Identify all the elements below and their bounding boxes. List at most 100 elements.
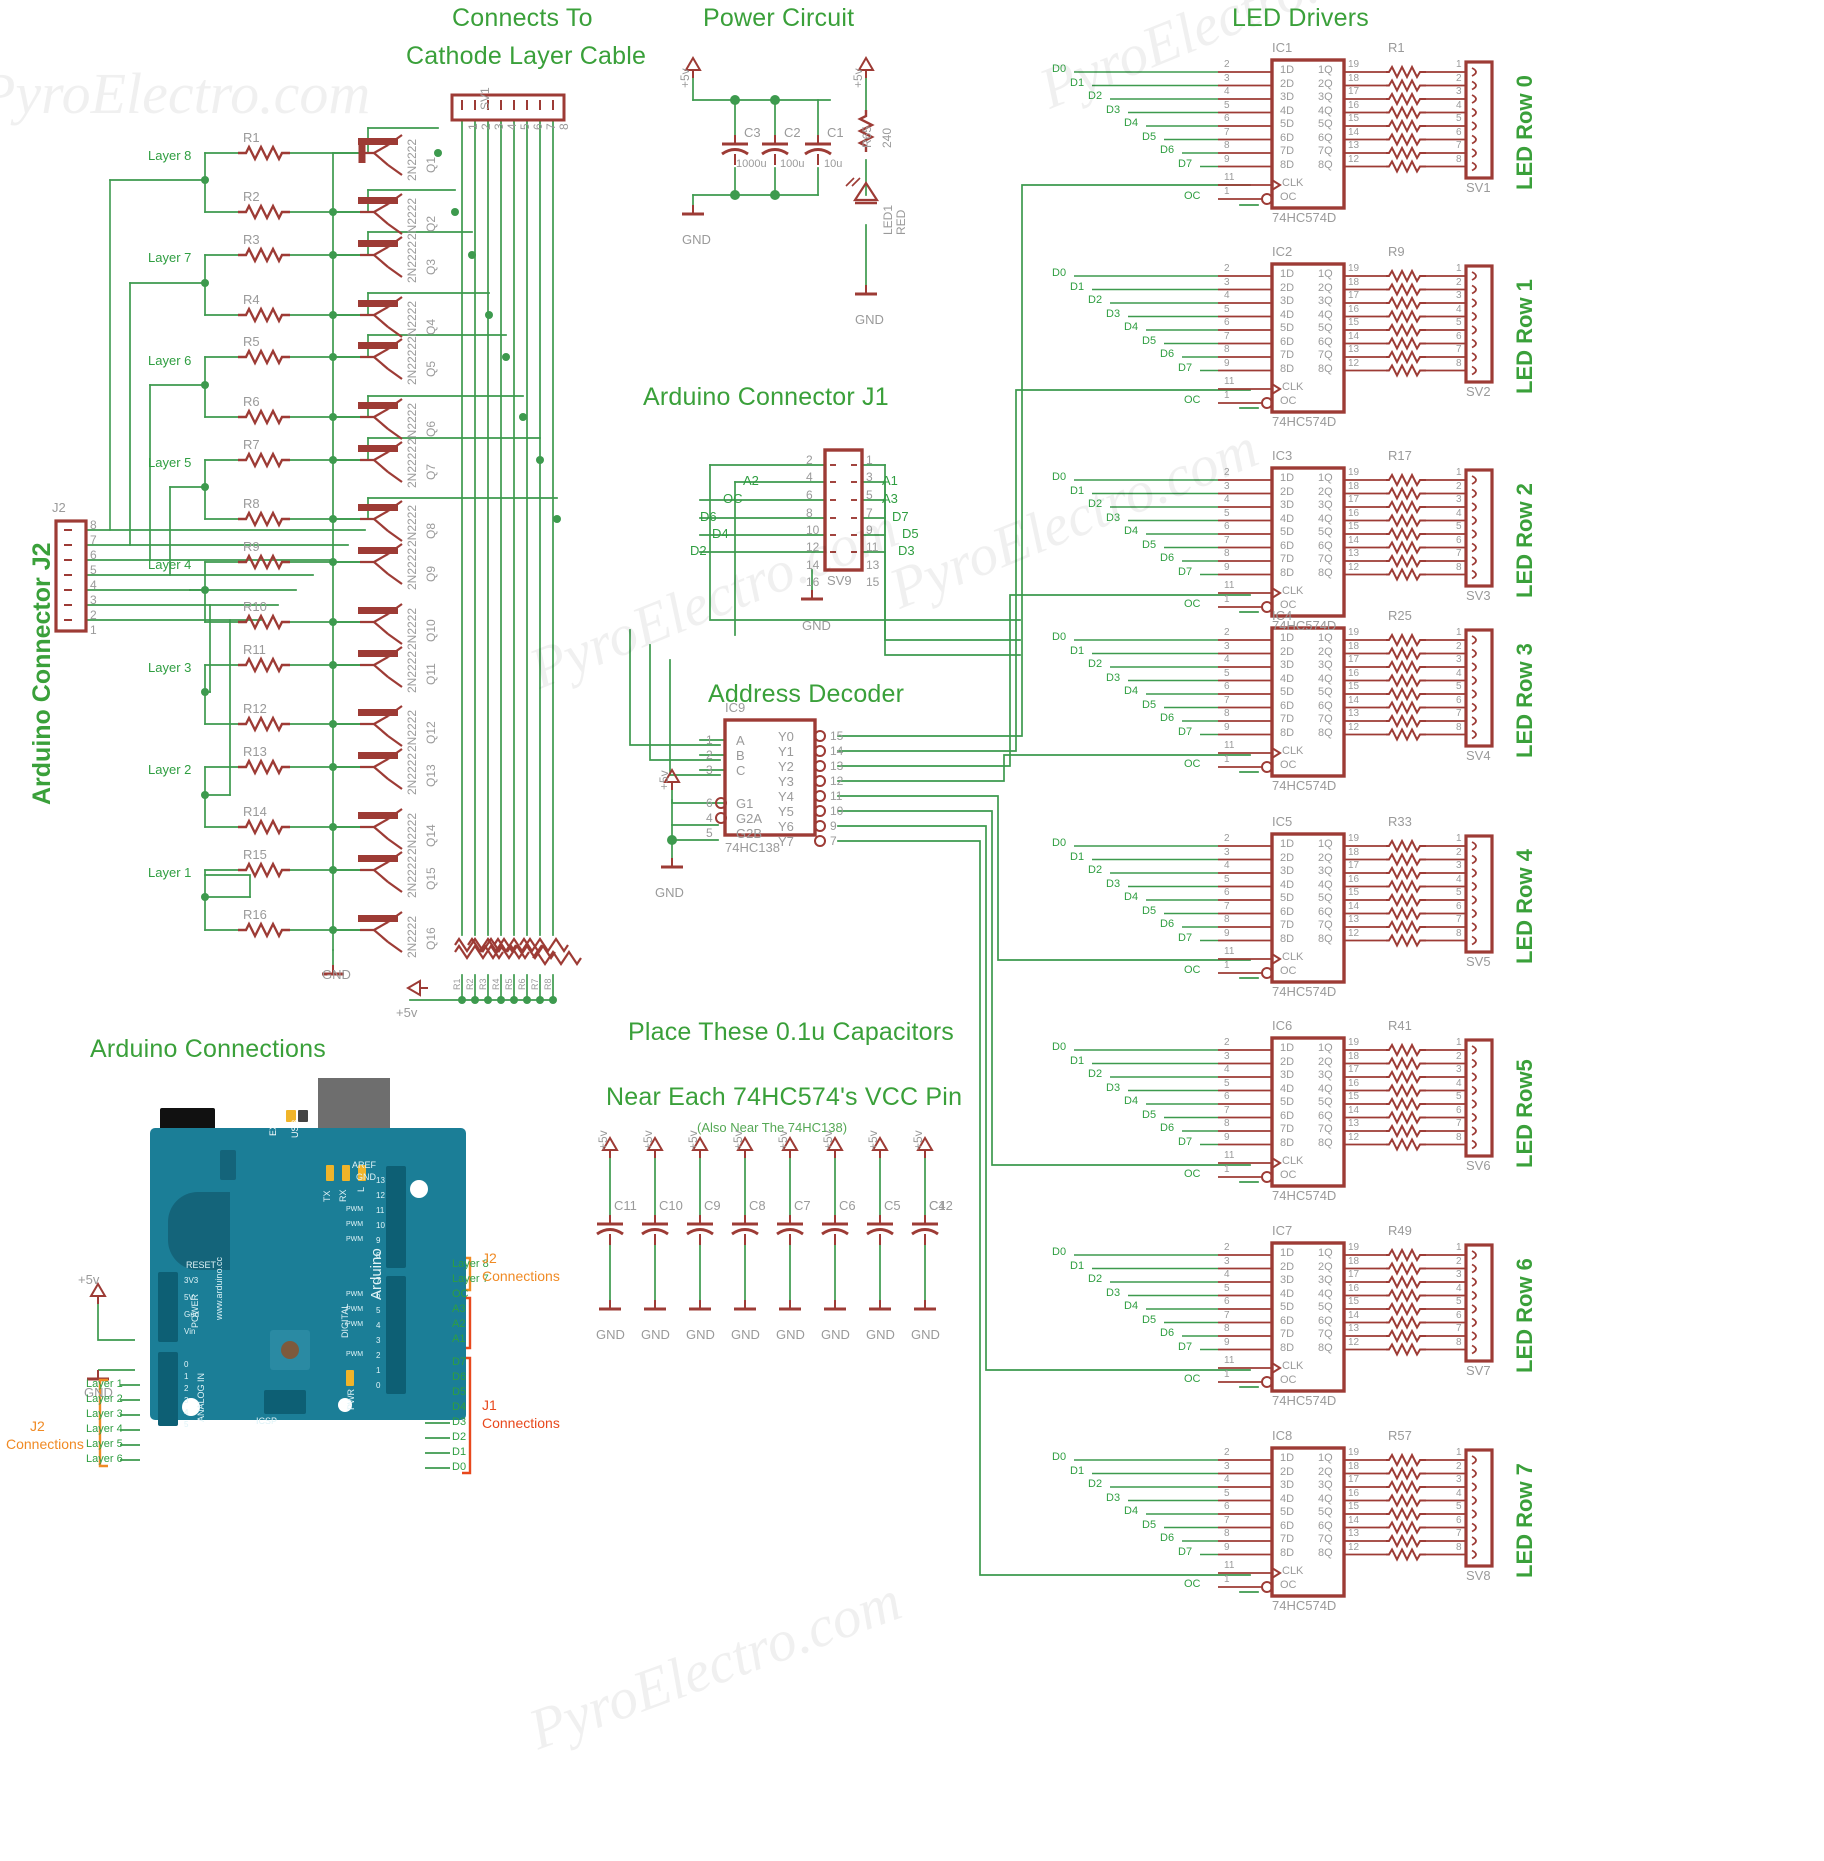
header-pin: 4 (1456, 667, 1462, 679)
ic-data-net: D6 (1160, 1122, 1175, 1134)
ic-output-name: 2Q (1318, 281, 1333, 294)
ic-input-pin: 9 (1224, 153, 1230, 165)
ic-data-net: D0 (1052, 837, 1067, 849)
title-arduino-connector-j1: Arduino Connector J1 (643, 383, 889, 411)
power-led (346, 1370, 354, 1386)
resistor-array-ref: R33 (1388, 814, 1412, 829)
ic-oc-pin: 1 (1224, 1369, 1230, 1380)
ic-output-pin: 14 (1348, 694, 1360, 706)
digital-pin-number: 10 (376, 1221, 385, 1230)
header-pin: 3 (1456, 494, 1462, 505)
ic-data-net: D7 (1178, 1135, 1193, 1148)
ic-input-pin: 4 (1224, 860, 1230, 871)
cap-value-c2: 100u (780, 158, 805, 170)
pwm-label: PWM (346, 1221, 364, 1228)
digital-header-upper[interactable] (386, 1166, 406, 1268)
ic-output-pin: 14 (1348, 900, 1360, 912)
j1-left-net: D2 (690, 543, 707, 558)
decoder-out-name: Y4 (778, 789, 794, 804)
header-ref: SV2 (1466, 384, 1491, 399)
layer-label-5: Layer 5 (148, 455, 192, 470)
transistor-type: 2N2222 (405, 915, 419, 958)
digital-header-lower[interactable] (386, 1276, 406, 1394)
header-pin: 6 (1456, 1104, 1462, 1116)
layer-label-3: Layer 3 (148, 660, 192, 675)
ic-output-name: 7Q (1318, 553, 1333, 565)
reset-label: RESET (186, 1260, 217, 1270)
ic-output-name: 4Q (1318, 1492, 1333, 1505)
ic-data-net: D6 (1160, 712, 1175, 724)
ic-output-name: 1Q (1318, 1452, 1333, 1464)
ic-data-net: D5 (1142, 1108, 1157, 1121)
decap-gnd: GND (866, 1327, 895, 1342)
header-pin: 1 (1456, 1242, 1462, 1253)
ic-data-net: D5 (1142, 538, 1157, 551)
ic-data-net: D0 (1052, 471, 1067, 483)
analog-header[interactable] (158, 1352, 178, 1426)
ic-output-pin: 19 (1348, 1447, 1360, 1458)
ic-output-name: 6Q (1318, 1314, 1333, 1327)
header-pin: 4 (1456, 99, 1462, 111)
ic-input-pin: 8 (1224, 344, 1230, 355)
header-pin: 6 (1456, 900, 1462, 912)
ic-output-pin: 15 (1348, 113, 1360, 124)
power-header[interactable] (158, 1272, 178, 1342)
ic-input-pin: 8 (1224, 548, 1230, 559)
ic-output-name: 4Q (1318, 1287, 1333, 1300)
l-label: L (356, 1186, 366, 1192)
led-array-ref: R7 (530, 978, 540, 990)
arduino-right-net: A1 (452, 1333, 466, 1345)
ic-input-name: 1D (1280, 64, 1295, 76)
reset-button[interactable] (270, 1330, 310, 1370)
ic-output-pin: 15 (1348, 1296, 1360, 1307)
transistor-ref: Q14 (424, 824, 438, 847)
ic-output-name: 8Q (1318, 726, 1333, 739)
ic-output-pin: 16 (1348, 303, 1360, 315)
digital-pin-number: 11 (376, 1206, 385, 1215)
decap-ref: C6 (839, 1198, 856, 1213)
ic-input-name: 1D (1280, 1452, 1295, 1464)
icsp-header[interactable] (264, 1390, 306, 1414)
ic-output-pin: 15 (1348, 1501, 1360, 1512)
ic-input-pin: 8 (1224, 1528, 1230, 1539)
ic-input-name: 6D (1280, 905, 1295, 918)
header-pin: 2 (1456, 1255, 1462, 1267)
ic-data-net: D2 (1088, 90, 1103, 102)
led-value: RED (894, 209, 908, 235)
ic-data-net: D7 (1178, 1340, 1193, 1353)
ic-input-pin: 3 (1224, 72, 1230, 84)
ic-data-net: D5 (1142, 334, 1157, 347)
ic-input-pin: 9 (1224, 1541, 1230, 1553)
mounting-hole (410, 1180, 428, 1198)
resistor-ref: R4 (243, 292, 260, 307)
ic-output-pin: 18 (1348, 1460, 1360, 1472)
resistor-array-ref: R25 (1388, 608, 1412, 623)
ic-oc-name: OC (1280, 1579, 1297, 1591)
ic-output-pin: 17 (1348, 654, 1360, 665)
ic-clk-name: CLK (1282, 1360, 1304, 1372)
ic-data-net: D1 (1070, 644, 1085, 657)
led-array-ref: R1 (452, 978, 462, 990)
ic-clk-pin: 11 (1224, 946, 1235, 957)
ic-input-name: 7D (1280, 1328, 1295, 1340)
header-pin: 7 (1456, 1323, 1462, 1334)
ic-output-name: 5Q (1318, 526, 1333, 538)
usb-label: USB (290, 1119, 300, 1138)
ic-input-name: 8D (1280, 1136, 1295, 1149)
ic-input-pin: 2 (1224, 1037, 1230, 1048)
ic-output-pin: 19 (1348, 1242, 1360, 1253)
resistor-ref: R14 (243, 804, 267, 819)
resistor-ref: R11 (243, 642, 266, 657)
ic-data-net: D3 (1106, 103, 1121, 116)
ic-data-net: D3 (1106, 877, 1121, 890)
ic-input-pin: 5 (1224, 667, 1230, 679)
ic-output-name: 6Q (1318, 699, 1333, 712)
ic-input-pin: 9 (1224, 1131, 1230, 1143)
title-cathode-cable-line1: Connects To (452, 4, 593, 32)
resistor-ref: R13 (243, 744, 267, 759)
ic-ref: IC4 (1272, 608, 1293, 623)
reset-button-cap[interactable] (281, 1341, 299, 1359)
ic-oc-net: OC (1184, 1578, 1201, 1590)
resistor-ref: R5 (243, 334, 260, 349)
header-pin: 5 (1456, 1501, 1462, 1512)
